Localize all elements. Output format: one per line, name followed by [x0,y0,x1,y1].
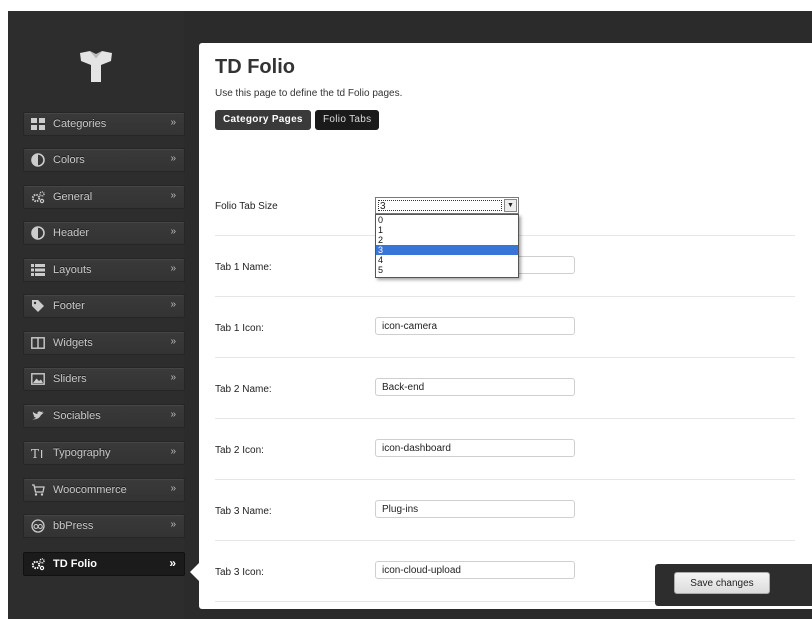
divider [215,418,795,419]
tab1-icon-input[interactable]: icon-camera [375,317,575,335]
sidebar-item-colors[interactable]: Colors » [23,148,185,172]
sidebar-item-typography[interactable]: T Typography » [23,441,185,465]
sidebar-item-widgets[interactable]: Widgets » [23,331,185,355]
sidebar-item-label: Layouts [53,264,92,276]
admin-frame: Categories » Colors » General » Header »… [8,11,812,619]
sidebar-item-label: Footer [53,300,85,312]
sidebar-item-label: Typography [53,447,111,459]
chevron-down-icon[interactable]: ▼ [504,199,517,212]
tab3-name-input[interactable]: Plug-ins [375,500,575,518]
list-icon [31,264,45,276]
chevron-right-icon: » [170,519,176,530]
chevron-right-icon: » [170,372,176,383]
columns-icon [31,337,45,349]
sidebar-item-label: Widgets [53,337,93,349]
sidebar-item-td-folio[interactable]: TD Folio » [23,552,185,576]
sidebar-item-label: Header [53,227,90,239]
theme-logo-icon [80,51,112,82]
sidebar-item-header[interactable]: Header » [23,221,185,245]
tab3-icon-input[interactable]: icon-cloud-upload [375,561,575,579]
tab2-icon-input[interactable]: icon-dashboard [375,439,575,457]
tag-icon [32,300,44,312]
chevron-right-icon: » [170,190,176,201]
chevron-right-icon: » [170,299,176,310]
chevron-right-icon: » [170,336,176,347]
twitter-bird-icon [32,411,44,420]
chevron-right-icon: » [170,226,176,237]
sidebar: Categories » Colors » General » Header »… [8,11,185,619]
divider [215,479,795,480]
tab1-name-label: Tab 1 Name: [215,262,272,273]
sidebar-item-sociables[interactable]: Sociables » [23,404,185,428]
main-panel: TD Folio Use this page to define the td … [199,43,812,609]
divider [215,357,795,358]
chevron-right-icon: » [170,263,176,274]
folio-tab-size-label: Folio Tab Size [215,201,278,212]
page-subtitle: Use this page to define the td Folio pag… [215,88,403,99]
chevron-right-icon: » [170,483,176,494]
page-title: TD Folio [215,56,295,78]
chevron-right-icon: » [170,117,176,128]
tab2-name-label: Tab 2 Name: [215,384,272,395]
gears-icon [31,191,45,204]
sidebar-item-layouts[interactable]: Layouts » [23,258,185,282]
contrast-icon [31,226,45,240]
sidebar-item-general[interactable]: General » [23,185,185,209]
sidebar-item-footer[interactable]: Footer » [23,294,185,318]
dropdown-option[interactable]: 0 [376,215,518,225]
dropdown-option-selected[interactable]: 3 [376,245,518,255]
tab-category-pages[interactable]: Category Pages [215,110,311,130]
bbpress-icon [31,519,45,533]
divider [215,540,795,541]
save-bar: Save changes [655,564,812,606]
sidebar-item-label: bbPress [53,520,94,532]
active-pointer [190,563,199,581]
sidebar-item-categories[interactable]: Categories » [23,112,185,136]
folio-tab-size-select[interactable]: 3 ▼ [375,197,519,214]
sidebar-item-label: Categories [53,118,107,130]
chevron-right-icon: » [169,556,176,570]
select-value: 3 [378,200,502,212]
grid-icon [31,118,45,130]
svg-text:T: T [31,447,39,460]
text-icon: T [31,447,43,460]
dropdown-option[interactable]: 5 [376,265,518,275]
tab3-icon-label: Tab 3 Icon: [215,567,264,578]
tab2-name-input[interactable]: Back-end [375,378,575,396]
sidebar-item-bbpress[interactable]: bbPress » [23,514,185,538]
tab-folio-tabs[interactable]: Folio Tabs [315,110,380,130]
sidebar-item-label: Colors [53,154,85,166]
dropdown-option[interactable]: 1 [376,225,518,235]
dropdown-option[interactable]: 4 [376,255,518,265]
tab2-icon-label: Tab 2 Icon: [215,445,264,456]
image-icon [31,373,45,385]
gears-icon [31,558,45,571]
sidebar-item-woocommerce[interactable]: Woocommerce » [23,478,185,502]
chevron-right-icon: » [170,153,176,164]
contrast-icon [31,153,45,167]
folio-tab-size-dropdown: 0 1 2 3 4 5 [375,214,519,278]
dropdown-option[interactable]: 2 [376,235,518,245]
sidebar-item-label: General [53,191,93,203]
sidebar-item-label: TD Folio [53,558,97,570]
tab1-icon-label: Tab 1 Icon: [215,323,264,334]
save-changes-button[interactable]: Save changes [674,572,770,594]
chevron-right-icon: » [170,409,176,420]
chevron-right-icon: » [170,446,176,457]
tab3-name-label: Tab 3 Name: [215,506,272,517]
sidebar-item-label: Sliders [53,373,87,385]
divider [215,296,795,297]
cart-icon [32,484,45,496]
sidebar-item-label: Woocommerce [53,484,127,496]
sidebar-item-sliders[interactable]: Sliders » [23,367,185,391]
sidebar-item-label: Sociables [53,410,101,422]
